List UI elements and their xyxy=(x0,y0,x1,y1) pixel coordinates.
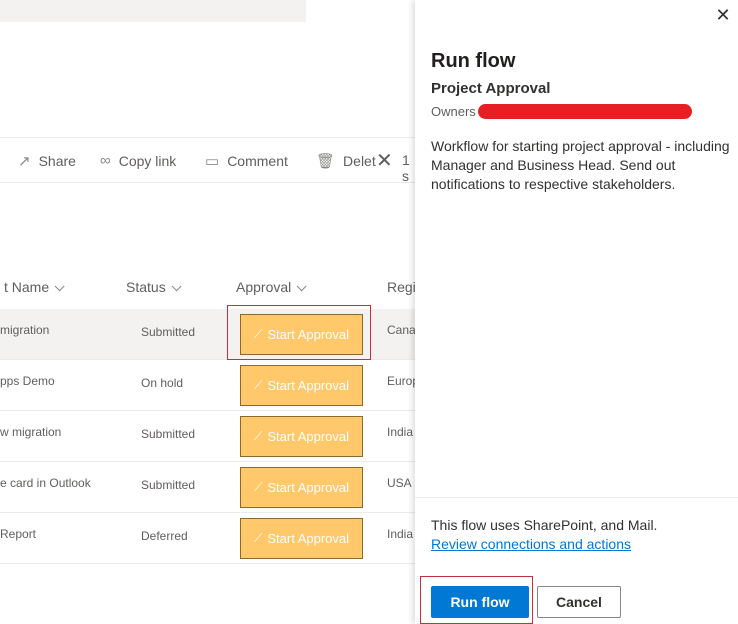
row-name: migration xyxy=(0,323,50,337)
row-name: e card in Outlook xyxy=(0,476,91,490)
column-header-name[interactable]: t Name xyxy=(4,279,65,295)
row-region: India xyxy=(387,425,414,439)
delete-label: Delet xyxy=(343,153,376,169)
column-header-status[interactable]: Status xyxy=(126,279,182,295)
list-view: ↗ Share ∞ Copy link ▭ Comment 🗑 Delet ✕ … xyxy=(0,0,415,624)
command-bar: ↗ Share ∞ Copy link ▭ Comment 🗑 Delet ✕ … xyxy=(0,137,415,184)
link-icon: ∞ xyxy=(100,152,111,169)
share-icon: ↗ xyxy=(18,153,31,170)
flow-icon: ⟋ xyxy=(253,480,263,494)
row-name: w migration xyxy=(0,425,62,439)
review-connections-link[interactable]: Review connections and actions xyxy=(431,536,631,552)
column-header-approval[interactable]: Approval xyxy=(236,279,307,295)
chevron-down-icon xyxy=(54,281,65,292)
selection-count: 1 s xyxy=(402,152,410,184)
start-approval-button[interactable]: ⟋ Start Approval xyxy=(240,518,363,559)
row-status: On hold xyxy=(141,376,184,390)
flow-icon: ⟋ xyxy=(253,429,263,443)
start-approval-label: Start Approval xyxy=(267,480,350,495)
run-flow-button[interactable]: Run flow xyxy=(431,586,529,618)
row-region: Cana xyxy=(387,323,415,337)
flow-description: Workflow for starting project approval -… xyxy=(431,138,730,192)
highlight-outline xyxy=(227,305,371,360)
row-status: Submitted xyxy=(141,427,196,441)
cancel-button[interactable]: Cancel xyxy=(537,586,621,618)
chevron-down-icon xyxy=(171,281,182,292)
top-bar xyxy=(0,0,306,22)
column-header-region-label: Regi xyxy=(387,279,415,295)
start-approval-label: Start Approval xyxy=(267,378,350,393)
copy-link-label: Copy link xyxy=(118,152,177,169)
trash-icon: 🗑 xyxy=(316,153,336,170)
close-icon[interactable]: ✕ xyxy=(714,6,732,24)
row-name: Report xyxy=(0,527,37,541)
start-approval-button[interactable]: ⟋ Start Approval xyxy=(240,416,363,457)
start-approval-label: Start Approval xyxy=(267,429,350,444)
column-header-approval-label: Approval xyxy=(236,279,292,295)
run-flow-panel: ✕ Run flow Project Approval Owners Workf… xyxy=(415,0,738,624)
flow-icon: ⟋ xyxy=(253,378,263,392)
row-name: pps Demo xyxy=(0,374,55,388)
row-region: Europ xyxy=(387,374,415,388)
column-header-region[interactable]: Regi xyxy=(387,279,415,295)
comment-icon: ▭ xyxy=(205,153,220,170)
footer-divider xyxy=(415,497,738,498)
row-status: Deferred xyxy=(141,529,188,543)
comment-label: Comment xyxy=(227,153,288,169)
owner-label: Owners xyxy=(431,104,476,119)
chevron-down-icon xyxy=(296,281,307,292)
copy-link-command[interactable]: ∞ Copy link xyxy=(100,152,176,169)
share-command[interactable]: ↗ Share xyxy=(18,152,76,170)
comment-command[interactable]: ▭ Comment xyxy=(205,152,288,170)
start-approval-button[interactable]: ⟋ Start Approval xyxy=(240,365,363,406)
flow-icon: ⟋ xyxy=(253,531,263,545)
flow-name: Project Approval xyxy=(431,80,551,97)
column-header-name-label: t Name xyxy=(4,279,50,295)
start-approval-label: Start Approval xyxy=(267,531,350,546)
share-label: Share xyxy=(38,153,76,169)
start-approval-button[interactable]: ⟋ Start Approval xyxy=(240,467,363,508)
row-status: Submitted xyxy=(141,325,196,339)
redacted-owner xyxy=(477,104,692,119)
row-region: USA xyxy=(387,476,412,490)
table-row[interactable]: Report Deferred ⟋ Start Approval India xyxy=(0,513,415,564)
owner-row: Owners xyxy=(431,104,692,119)
row-status: Submitted xyxy=(141,478,196,492)
connections-info: This flow uses SharePoint, and Mail. xyxy=(431,517,658,533)
table-row[interactable]: pps Demo On hold ⟋ Start Approval Europ xyxy=(0,360,415,411)
row-region: India xyxy=(387,527,414,541)
column-header-status-label: Status xyxy=(126,279,166,295)
panel-title: Run flow xyxy=(431,50,516,72)
table-row[interactable]: e card in Outlook Submitted ⟋ Start Appro… xyxy=(0,462,415,513)
delete-command[interactable]: 🗑 Delet xyxy=(316,152,376,170)
clear-selection-icon[interactable]: ✕ xyxy=(376,148,393,173)
table-row[interactable]: w migration Submitted ⟋ Start Approval In… xyxy=(0,411,415,462)
